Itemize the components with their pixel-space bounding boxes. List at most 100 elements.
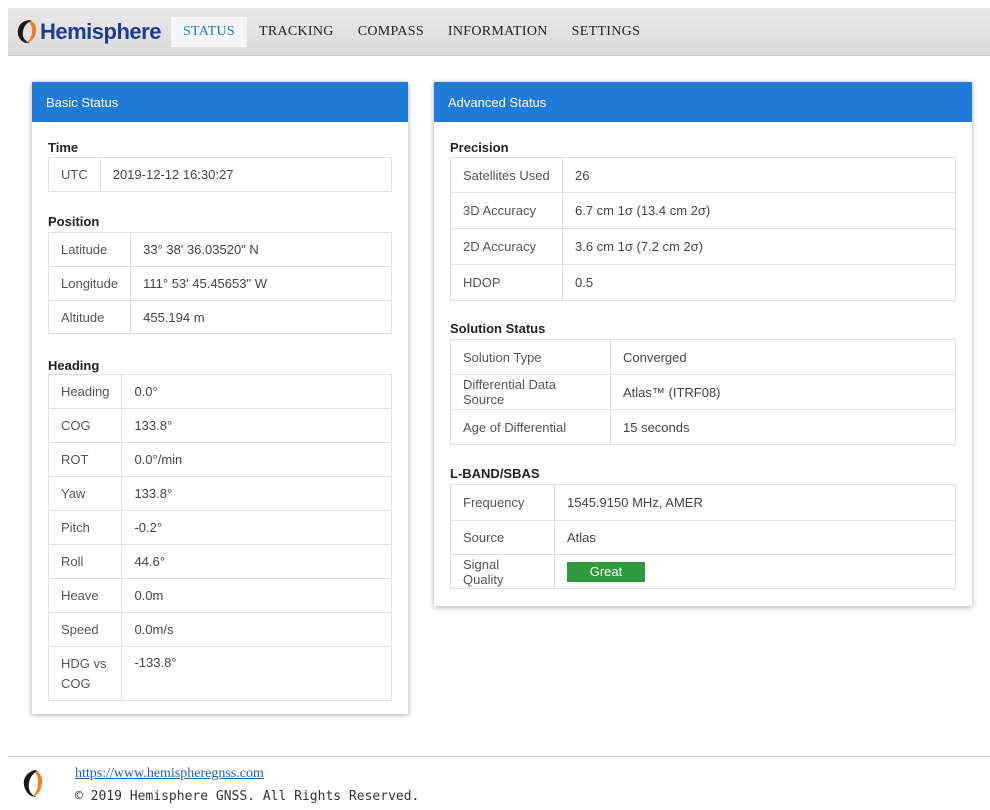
table-row: Differential Data Source Atlas™ (ITRF08) — [450, 374, 956, 410]
heading-section-title: Heading — [48, 358, 100, 373]
table-row: COG 133.8° — [47, 408, 392, 443]
tab-settings[interactable]: SETTINGS — [560, 17, 653, 47]
table-row: Signal Quality Great — [450, 554, 956, 589]
table-row: Heave 0.0m — [47, 578, 392, 613]
table-row: HDOP 0.5 — [450, 264, 956, 301]
tab-tracking[interactable]: TRACKING — [247, 17, 346, 47]
copyright-text: © 2019 Hemisphere GNSS. All Rights Reser… — [75, 789, 420, 804]
website-link[interactable]: https://www.hemispheregnss.com — [75, 766, 264, 782]
table-row: Latitude 33° 38' 36.03520" N — [47, 232, 392, 267]
time-section-title: Time — [48, 140, 79, 155]
tab-compass[interactable]: COMPASS — [346, 17, 436, 47]
signal-quality-badge: Great — [567, 561, 645, 582]
table-row: Heading 0.0° — [47, 374, 392, 409]
position-section-title: Position — [48, 214, 100, 229]
diff-source-value: Atlas™ (ITRF08) — [610, 374, 956, 410]
table-row: Pitch -0.2° — [47, 510, 392, 545]
lband-section-title: L-BAND/SBAS — [450, 466, 540, 481]
altitude-label: Altitude — [47, 300, 132, 334]
frequency-label: Frequency — [450, 484, 555, 521]
table-row: Frequency 1545.9150 MHz, AMER — [450, 484, 956, 521]
table-row: Longitude 111° 53' 45.45653" W — [47, 266, 392, 301]
roll-label: Roll — [47, 544, 123, 579]
precision-section-title: Precision — [450, 140, 509, 155]
solution-section-title: Solution Status — [450, 321, 546, 336]
longitude-value: 111° 53' 45.45653" W — [130, 266, 392, 301]
brand-name: Hemisphere — [40, 18, 161, 44]
heading-table: Heading 0.0° COG 133.8° ROT 0.0°/min Yaw… — [47, 374, 392, 701]
latitude-label: Latitude — [47, 232, 132, 267]
tab-status[interactable]: STATUS — [170, 16, 247, 47]
age-of-diff-value: 15 seconds — [610, 409, 956, 445]
yaw-label: Yaw — [47, 476, 123, 511]
speed-label: Speed — [47, 612, 123, 647]
top-navigation-bar: Hemisphere STATUS TRACKING COMPASS INFOR… — [8, 8, 990, 56]
hemisphere-logo-icon — [17, 19, 37, 43]
time-table: UTC 2019-12-12 16:30:27 — [48, 157, 393, 192]
table-row: ROT 0.0°/min — [47, 442, 392, 477]
age-of-diff-label: Age of Differential — [450, 409, 611, 445]
altitude-value: 455.194 m — [130, 300, 392, 334]
accuracy-2d-label: 2D Accuracy — [450, 228, 563, 265]
cog-value: 133.8° — [121, 408, 392, 443]
table-row: Speed 0.0m/s — [47, 612, 392, 647]
table-row: UTC 2019-12-12 16:30:27 — [48, 157, 393, 192]
advanced-status-header: Advanced Status — [434, 82, 972, 122]
table-row: Yaw 133.8° — [47, 476, 392, 511]
accuracy-2d-value: 3.6 cm 1σ (7.2 cm 2σ) — [562, 228, 956, 265]
table-row: Age of Differential 15 seconds — [450, 409, 956, 445]
rot-label: ROT — [47, 442, 123, 477]
table-row: Solution Type Converged — [450, 339, 956, 375]
hdop-label: HDOP — [450, 264, 563, 301]
hdg-vs-cog-value: -133.8° — [121, 646, 392, 701]
solution-type-label: Solution Type — [450, 339, 611, 375]
pitch-label: Pitch — [47, 510, 123, 545]
source-label: Source — [450, 520, 555, 555]
basic-status-header: Basic Status — [32, 82, 408, 122]
cog-label: COG — [47, 408, 123, 443]
position-table: Latitude 33° 38' 36.03520" N Longitude 1… — [47, 232, 392, 334]
accuracy-3d-label: 3D Accuracy — [450, 192, 563, 229]
speed-value: 0.0m/s — [121, 612, 392, 647]
source-value: Atlas — [554, 520, 956, 555]
latitude-value: 33° 38' 36.03520" N — [130, 232, 392, 267]
frequency-value: 1545.9150 MHz, AMER — [554, 484, 956, 521]
accuracy-3d-value: 6.7 cm 1σ (13.4 cm 2σ) — [562, 192, 956, 229]
table-row: 2D Accuracy 3.6 cm 1σ (7.2 cm 2σ) — [450, 228, 956, 265]
footer-divider — [8, 756, 990, 757]
rot-value: 0.0°/min — [121, 442, 392, 477]
lband-table: Frequency 1545.9150 MHz, AMER Source Atl… — [450, 484, 956, 589]
table-row: Roll 44.6° — [47, 544, 392, 579]
hdop-value: 0.5 — [562, 264, 956, 301]
heave-value: 0.0m — [121, 578, 392, 613]
diff-source-label: Differential Data Source — [450, 374, 611, 410]
signal-quality-label: Signal Quality — [450, 554, 555, 589]
advanced-status-panel: Advanced Status Precision Satellites Use… — [434, 82, 972, 606]
table-row: Source Atlas — [450, 520, 956, 555]
utc-label: UTC — [48, 157, 101, 192]
satellites-used-value: 26 — [562, 157, 956, 193]
basic-status-panel: Basic Status Time UTC 2019-12-12 16:30:2… — [32, 82, 408, 714]
longitude-label: Longitude — [47, 266, 132, 301]
table-row: HDG vs COG -133.8° — [47, 646, 392, 701]
table-row: Altitude 455.194 m — [47, 300, 392, 334]
heave-label: Heave — [47, 578, 123, 613]
satellites-used-label: Satellites Used — [450, 157, 563, 193]
signal-quality-cell: Great — [554, 554, 956, 589]
brand-logo[interactable]: Hemisphere — [16, 19, 161, 45]
utc-value: 2019-12-12 16:30:27 — [99, 157, 393, 192]
table-row: Satellites Used 26 — [450, 157, 956, 193]
table-row: 3D Accuracy 6.7 cm 1σ (13.4 cm 2σ) — [450, 192, 956, 229]
solution-table: Solution Type Converged Differential Dat… — [450, 339, 956, 445]
precision-table: Satellites Used 26 3D Accuracy 6.7 cm 1σ… — [450, 157, 956, 301]
roll-value: 44.6° — [121, 544, 392, 579]
solution-type-value: Converged — [610, 339, 956, 375]
hemisphere-logo-icon — [23, 770, 43, 797]
tab-information[interactable]: INFORMATION — [436, 17, 560, 47]
pitch-value: -0.2° — [121, 510, 392, 545]
main-nav: STATUS TRACKING COMPASS INFORMATION SETT… — [170, 8, 653, 55]
yaw-value: 133.8° — [121, 476, 392, 511]
hdg-vs-cog-label: HDG vs COG — [47, 646, 123, 701]
heading-label: Heading — [47, 374, 123, 409]
heading-value: 0.0° — [121, 374, 392, 409]
